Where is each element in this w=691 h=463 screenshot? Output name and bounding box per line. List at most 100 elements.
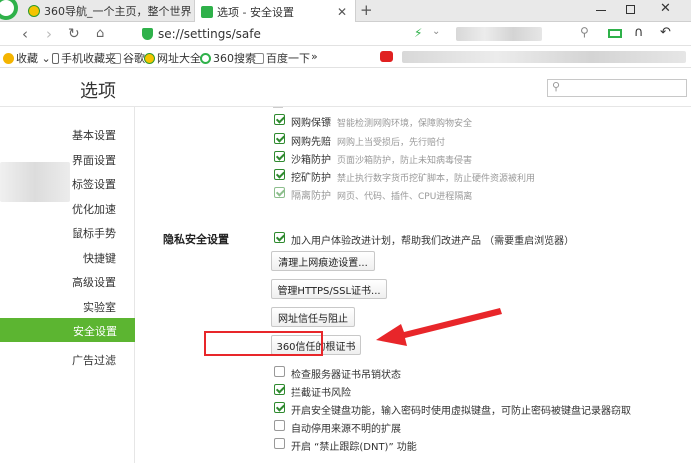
search360-icon: [200, 52, 211, 64]
bookmark-label: 谷歌: [123, 52, 145, 65]
e-logo-icon: [28, 5, 40, 17]
checkbox-secure-keyboard[interactable]: [274, 402, 285, 413]
bookmark-360-search[interactable]: 360搜索: [200, 50, 256, 66]
url-field[interactable]: se://settings/safe: [158, 27, 261, 41]
option-cert-revocation: 检查服务器证书吊销状态: [291, 370, 401, 381]
checkbox-cert-revocation[interactable]: [274, 366, 285, 377]
option-desc: 网页、代码、插件、CPU进程隔离: [337, 192, 473, 202]
option-shopping-guard: 网购保镖 智能检测网购环境，保障购物安全: [291, 114, 472, 129]
option-secure-keyboard: 开启安全键盘功能，输入密码时使用虚拟键盘，可防止密码被键盘记录器窃取: [291, 406, 631, 417]
privacy-heading: 隐私安全设置: [163, 233, 229, 246]
new-tab-button[interactable]: +: [360, 1, 373, 19]
option-label: 网购先赔: [291, 137, 331, 148]
checkbox-sandbox[interactable]: [274, 151, 285, 162]
sidebar-item-security[interactable]: 安全设置: [0, 318, 135, 342]
sidebar-item-tabs[interactable]: 标签设置: [72, 176, 116, 192]
bookmark-label: »: [311, 50, 318, 63]
checkbox-block-cert-risk[interactable]: [274, 384, 285, 395]
option-desc: 页面沙箱防护，防止未知病毒侵害: [337, 156, 473, 166]
page-icon: [110, 52, 121, 64]
settings-sidebar: 基本设置 界面设置 标签设置 优化加速 鼠标手势 快捷键 高级设置 实验室 安全…: [0, 107, 135, 463]
browser-logo[interactable]: [0, 0, 18, 20]
address-toolbar: ‹ › ↻ ⌂ se://settings/safe ⚡ ⌄ ⚲ ∩ ↶: [0, 22, 691, 46]
tab-settings[interactable]: 选项 - 安全设置 ✕: [194, 0, 356, 23]
sidebar-item-optimize[interactable]: 优化加速: [72, 201, 116, 217]
checkbox-experience-plan[interactable]: [274, 232, 285, 243]
sidebar-item-gestures[interactable]: 鼠标手势: [72, 225, 116, 241]
option-label: 网购保镖: [291, 118, 331, 129]
bookmark-google[interactable]: 谷歌: [110, 50, 145, 66]
checkbox-dnt[interactable]: [274, 438, 285, 449]
checkbox-isolation: [274, 187, 285, 198]
undo-icon[interactable]: ↶: [660, 25, 671, 40]
sidebar-item-advanced[interactable]: 高级设置: [72, 274, 116, 290]
option-label: 隔离防护: [291, 191, 331, 202]
close-icon[interactable]: ✕: [337, 5, 347, 19]
home-icon[interactable]: ⌂: [96, 25, 104, 43]
phone-icon: [52, 52, 59, 64]
option-label: 沙箱防护: [291, 155, 331, 166]
settings-header: 选项 ⚲: [0, 69, 691, 107]
bookmark-label: 百度一下: [266, 52, 310, 65]
web-icon: [144, 52, 155, 64]
secure-shield-icon: [142, 28, 153, 40]
page-title: 选项: [80, 81, 116, 102]
tab-label: 选项 - 安全设置: [217, 5, 294, 19]
search-icon[interactable]: ⚲: [580, 25, 589, 39]
sidebar-item-basic[interactable]: 基本设置: [72, 127, 116, 143]
search-icon: ⚲: [552, 80, 561, 93]
manage-certificates-button[interactable]: 管理HTTPS/SSL证书...: [271, 279, 387, 299]
bookmark-baidu[interactable]: 百度一下: [253, 50, 310, 66]
option-desc: 智能检测网购环境，保障购物安全: [337, 119, 473, 129]
option-disable-unknown-ext: 自动停用来源不明的扩展: [291, 424, 401, 435]
page-icon: [253, 52, 264, 64]
option-dnt: 开启 “禁止跟踪(DNT)” 功能: [291, 442, 417, 453]
bookmark-label: 手机收藏夹: [61, 52, 116, 65]
minimize-button[interactable]: [596, 10, 606, 11]
forward-icon[interactable]: ›: [46, 25, 52, 43]
checkbox-shopping-guard[interactable]: [274, 114, 285, 125]
chevron-down-icon[interactable]: ⌄: [432, 26, 440, 37]
option-experience-plan: 加入用户体验改进计划，帮助我们改进产品 （需要重启浏览器）: [291, 236, 575, 247]
sidebar-item-adblock[interactable]: 广告过滤: [72, 352, 116, 368]
bookmarks-bar: 收藏 ⌄ 手机收藏夹 谷歌 网址大全 360搜索 百度一下 »: [0, 46, 691, 68]
tab-360-nav[interactable]: 360导航_一个主页，整个世界: [22, 0, 194, 22]
bookmark-label: 收藏 ⌄: [16, 52, 51, 65]
maximize-button[interactable]: [626, 5, 635, 14]
sidebar-item-shortcuts[interactable]: 快捷键: [83, 250, 116, 266]
sidebar-item-interface[interactable]: 界面设置: [72, 152, 116, 168]
checkbox-disable-unknown-ext[interactable]: [274, 420, 285, 431]
tab-label: 360导航_一个主页，整个世界: [44, 5, 192, 18]
bookmark-more[interactable]: »: [311, 50, 318, 63]
battery-icon[interactable]: [608, 29, 622, 38]
close-window-button[interactable]: ✕: [660, 1, 671, 16]
option-desc: 禁止执行数字货币挖矿脚本，防止硬件资源被利用: [337, 174, 536, 184]
option-mining: 挖矿防护 禁止执行数字货币挖矿脚本，防止硬件资源被利用: [291, 169, 535, 184]
youtube-icon[interactable]: [380, 51, 393, 62]
search-box-blurred[interactable]: [456, 27, 542, 41]
sidebar-item-lab[interactable]: 实验室: [83, 299, 116, 315]
option-sandbox: 沙箱防护 页面沙箱防护，防止未知病毒侵害: [291, 151, 472, 166]
refresh-icon[interactable]: ↻: [68, 25, 80, 43]
bookmark-label: 网址大全: [157, 52, 201, 65]
option-desc: 网购上当受损后，先行赔付: [337, 138, 446, 148]
bookmark-favorites[interactable]: 收藏 ⌄: [3, 50, 51, 66]
star-icon: [3, 52, 14, 64]
checkbox-shopping-compensation[interactable]: [274, 133, 285, 144]
url-trust-block-button[interactable]: 网址信任与阻止: [271, 307, 355, 327]
option-isolation: 隔离防护 网页、代码、插件、CPU进程隔离: [291, 187, 472, 202]
back-icon[interactable]: ‹: [22, 25, 28, 43]
bookmarks-blurred[interactable]: [402, 51, 686, 63]
bookmark-label: 360搜索: [213, 52, 256, 65]
settings-search-input[interactable]: ⚲: [547, 79, 687, 97]
bookmark-mobile[interactable]: 手机收藏夹: [52, 50, 116, 66]
tab-strip: 360导航_一个主页，整个世界 选项 - 安全设置 ✕ + ✕: [0, 0, 691, 23]
clear-traces-button[interactable]: 清理上网痕迹设置...: [271, 251, 375, 271]
headphones-icon[interactable]: ∩: [634, 25, 644, 40]
checkbox-mining[interactable]: [274, 169, 285, 180]
divider-top: [273, 107, 283, 108]
sidebar-item-label: 安全设置: [73, 325, 117, 338]
option-block-cert-risk: 拦截证书风险: [291, 388, 351, 399]
lightning-icon[interactable]: ⚡: [414, 26, 422, 40]
bookmark-web-directory[interactable]: 网址大全: [144, 50, 201, 66]
